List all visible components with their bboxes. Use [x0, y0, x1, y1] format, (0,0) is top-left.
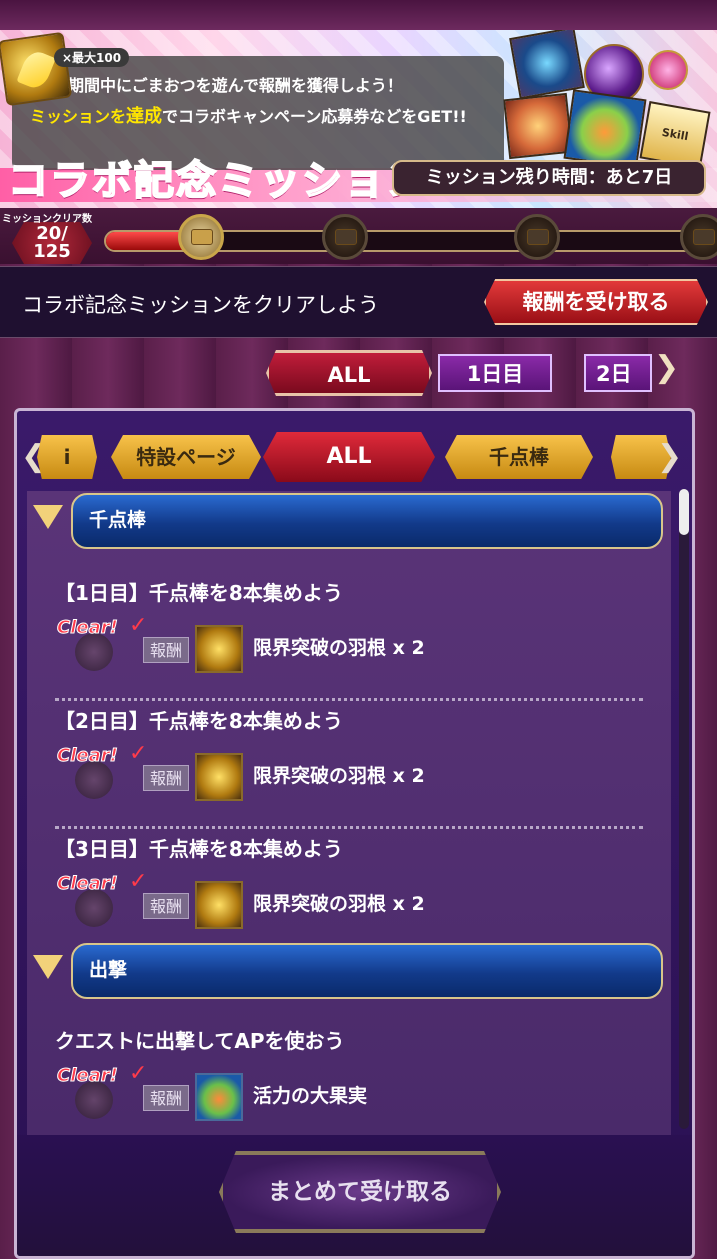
- mission-progress: 20/ 125 ミッションクリア数: [0, 208, 717, 264]
- clear-count-badge: 20/ 125: [12, 222, 92, 264]
- receive-all-button[interactable]: まとめて受け取る: [219, 1151, 501, 1233]
- clear-total: 125: [33, 241, 71, 262]
- reward-label: 報酬: [143, 637, 189, 663]
- reward-name: 活力の大果実: [253, 1085, 368, 1107]
- clear-stamp-text: Clear!: [57, 745, 119, 767]
- tab-day-1[interactable]: 1日目: [438, 354, 552, 392]
- reward-name: 限界突破の羽根 x 2: [253, 765, 425, 787]
- banner-line-2-prefix: ミッションを: [30, 107, 127, 126]
- banner-line-1: 期間中にごまおつを遊んで報酬を獲得しよう！: [68, 76, 403, 95]
- card-art-skill: Skill: [639, 101, 711, 169]
- clear-count-label: ミッションクリア数: [2, 214, 92, 225]
- list-item: クエストに出撃してAPを使おう Clear! ✓ 報酬 活力の大果実: [27, 1021, 671, 1135]
- list-item: 【2日目】千点棒を8本集めよう Clear! ✓ 報酬 限界突破の羽根 x 2: [27, 701, 671, 829]
- banner-title: コラボ記念ミッション: [7, 157, 428, 205]
- clear-stamp-text: Clear!: [57, 1065, 119, 1087]
- fruit-item-icon: [195, 1073, 243, 1121]
- mission-title: 【3日目】千点棒を8本集めよう: [55, 837, 343, 861]
- collab-banner[interactable]: Skill 期間中にごまおつを遊んで報酬を獲得しよう！ ミッションを達成でコラボ…: [0, 30, 717, 208]
- rose-icon: [75, 889, 113, 927]
- clear-stamp: Clear! ✓: [57, 1061, 147, 1121]
- collapse-triangle-icon[interactable]: [33, 955, 63, 979]
- tab-day-all[interactable]: ALL: [266, 350, 432, 396]
- clear-stamp-text: Clear!: [57, 617, 119, 639]
- rose-icon: [75, 761, 113, 799]
- mission-list[interactable]: 千点棒 【1日目】千点棒を8本集めよう Clear! ✓ 報酬 限界突破の羽根 …: [27, 491, 671, 1135]
- check-icon: ✓: [129, 741, 148, 766]
- reward-label: 報酬: [143, 893, 189, 919]
- reward-label: 報酬: [143, 1085, 189, 1111]
- clear-stamp: Clear! ✓: [57, 741, 147, 801]
- card-art-gem: [648, 50, 688, 90]
- tab-day-2[interactable]: 2日: [584, 354, 652, 392]
- treasure-chest-icon[interactable]: [680, 214, 717, 260]
- check-icon: ✓: [129, 1061, 148, 1086]
- scroll-thumb[interactable]: [679, 489, 689, 535]
- claim-instruction: コラボ記念ミッションをクリアしよう: [22, 293, 379, 317]
- feather-item-icon: [0, 31, 73, 107]
- treasure-chest-icon[interactable]: [514, 214, 560, 260]
- feather-item-icon: [195, 881, 243, 929]
- feather-item-icon: [195, 625, 243, 673]
- treasure-chest-icon[interactable]: [178, 214, 224, 260]
- tab-category-prev[interactable]: i: [37, 435, 97, 479]
- section-title: 千点棒: [71, 493, 663, 549]
- treasure-chest-icon[interactable]: [322, 214, 368, 260]
- claim-bar: コラボ記念ミッションをクリアしよう 報酬を受け取る: [0, 266, 717, 338]
- clear-stamp: Clear! ✓: [57, 613, 147, 673]
- scrollbar[interactable]: [679, 489, 689, 1129]
- mission-title: クエストに出撃してAPを使おう: [55, 1029, 345, 1053]
- banner-line-2: ミッションを達成でコラボキャンペーン応募券などをGET!!: [30, 102, 494, 128]
- remaining-time: ミッション残り時間：あと7日: [392, 160, 706, 196]
- tab-category-all[interactable]: ALL: [263, 432, 435, 482]
- top-strip: [0, 0, 717, 30]
- rose-icon: [75, 633, 113, 671]
- collapse-triangle-icon[interactable]: [33, 505, 63, 529]
- banner-line-2-highlight: 達成: [126, 106, 163, 127]
- rose-icon: [75, 1081, 113, 1119]
- list-item: 【1日目】千点棒を8本集めよう Clear! ✓ 報酬 限界突破の羽根 x 2: [27, 573, 671, 701]
- section-header-senten[interactable]: 千点棒: [27, 491, 671, 553]
- chevron-right-icon[interactable]: ❯: [654, 350, 679, 385]
- card-art-fruit: [563, 89, 647, 169]
- section-header-sortie[interactable]: 出撃: [27, 941, 671, 1003]
- reward-name: 限界突破の羽根 x 2: [253, 637, 425, 659]
- reward-name: 限界突破の羽根 x 2: [253, 893, 425, 915]
- tab-category-senten[interactable]: 千点棒: [445, 435, 593, 479]
- check-icon: ✓: [129, 869, 148, 894]
- tab-category-special[interactable]: 特設ページ: [111, 435, 261, 479]
- list-item: 【3日目】千点棒を8本集めよう Clear! ✓ 報酬 限界突破の羽根 x 2: [27, 829, 671, 957]
- max-count-label: ×最大100: [54, 48, 130, 67]
- feather-item-icon: [195, 753, 243, 801]
- card-art-flowers: [503, 92, 573, 160]
- bottom-area: まとめて受け取る: [17, 1135, 692, 1256]
- clear-stamp: Clear! ✓: [57, 869, 147, 929]
- chevron-right-icon[interactable]: ❯: [657, 439, 682, 474]
- category-tabs: ❮ i 特設ページ ALL 千点棒 ❯: [17, 429, 692, 491]
- mission-panel: ❮ i 特設ページ ALL 千点棒 ❯ 千点棒 【1日目】千点棒を8本集めよう …: [14, 408, 695, 1259]
- mission-title: 【1日目】千点棒を8本集めよう: [55, 581, 343, 605]
- reward-label: 報酬: [143, 765, 189, 791]
- mission-title: 【2日目】千点棒を8本集めよう: [55, 709, 343, 733]
- section-title: 出撃: [71, 943, 663, 999]
- check-icon: ✓: [129, 613, 148, 638]
- receive-reward-button[interactable]: 報酬を受け取る: [484, 279, 708, 325]
- banner-line-2-suffix: でコラボキャンペーン応募券などをGET!!: [162, 107, 467, 126]
- clear-stamp-text: Clear!: [57, 873, 119, 895]
- clear-count: 20/: [36, 223, 68, 244]
